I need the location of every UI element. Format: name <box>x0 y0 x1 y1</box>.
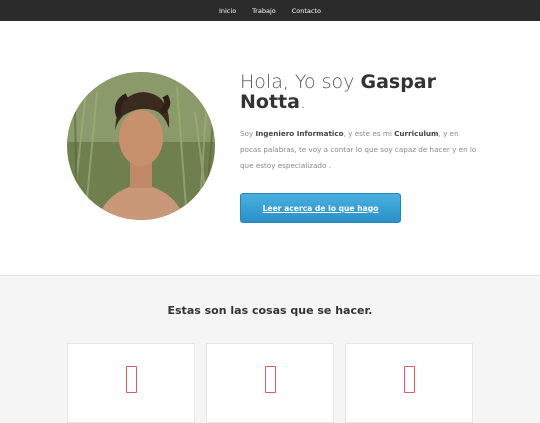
intro-text-start: Soy <box>240 129 256 138</box>
skill-card <box>345 343 473 423</box>
top-navigation: Inicio Trabajo Contacto <box>0 0 540 21</box>
code-icon <box>265 366 276 393</box>
skill-card <box>67 343 195 423</box>
intro-curriculum: Curriculum <box>394 129 439 138</box>
read-more-button[interactable]: Leer acerca de lo que hago <box>240 193 401 223</box>
headline-period: . <box>299 91 306 113</box>
intro-role: Ingeniero Informatico <box>255 129 344 138</box>
hero-section: Hola, Yo soy Gaspar Notta. Soy Ingeniero… <box>0 21 540 276</box>
nav-link-inicio[interactable]: Inicio <box>219 7 236 15</box>
hero-headline: Hola, Yo soy Gaspar Notta. <box>240 72 460 112</box>
code-icon <box>126 366 137 393</box>
intro-paragraph: Soy Ingeniero Informatico, y este es mi … <box>240 126 480 174</box>
skill-card <box>206 343 334 423</box>
skills-title: Estas son las cosas que se hacer. <box>167 304 373 317</box>
nav-link-contacto[interactable]: Contacto <box>292 7 321 15</box>
intro-text-middle: , y este es mi <box>343 129 395 138</box>
profile-photo <box>67 72 215 220</box>
profile-photo-image <box>67 72 215 220</box>
nav-link-trabajo[interactable]: Trabajo <box>252 7 276 15</box>
greeting-text: Hola, Yo soy <box>240 71 361 93</box>
code-icon <box>404 366 415 393</box>
